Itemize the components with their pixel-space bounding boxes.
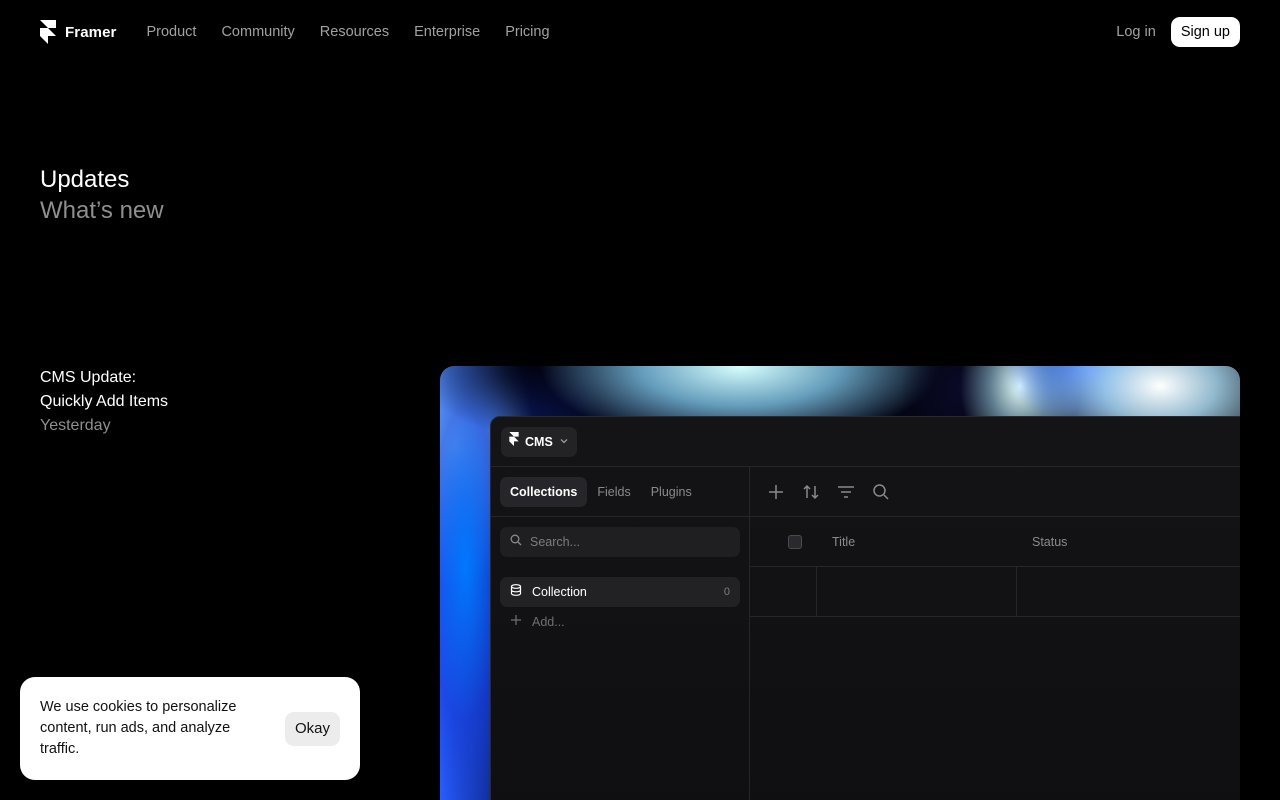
database-icon bbox=[510, 583, 522, 601]
post-cover-image[interactable]: CMS Collections Fields Plugins Search...… bbox=[440, 366, 1240, 800]
search-icon[interactable] bbox=[871, 482, 891, 502]
post-date: Yesterday bbox=[40, 417, 111, 434]
top-nav: Framer Product Community Resources Enter… bbox=[0, 0, 1280, 64]
brand-name: Framer bbox=[65, 23, 117, 41]
page-title: Updates bbox=[40, 166, 130, 193]
plus-icon[interactable] bbox=[766, 482, 786, 502]
post-meta[interactable]: CMS Update: Quickly Add Items Yesterday bbox=[40, 366, 370, 438]
cms-table-area: Title Status bbox=[750, 467, 1240, 800]
collection-count: 0 bbox=[723, 586, 730, 598]
column-title[interactable]: Title bbox=[832, 517, 855, 567]
nav-link-enterprise[interactable]: Enterprise bbox=[414, 24, 480, 40]
nav-link-product[interactable]: Product bbox=[146, 24, 196, 40]
cms-menu-button[interactable]: CMS bbox=[501, 426, 577, 457]
tab-fields[interactable]: Fields bbox=[587, 477, 640, 507]
nav-links: Product Community Resources Enterprise P… bbox=[146, 24, 549, 40]
nav-link-community[interactable]: Community bbox=[221, 24, 294, 40]
cms-header: CMS bbox=[491, 417, 1240, 467]
plus-icon bbox=[510, 613, 522, 631]
post-title-line1: CMS Update: bbox=[40, 369, 137, 386]
cms-toolbar bbox=[750, 467, 1240, 517]
login-link[interactable]: Log in bbox=[1116, 24, 1156, 40]
select-all-checkbox[interactable] bbox=[788, 535, 802, 549]
tab-collections[interactable]: Collections bbox=[500, 477, 588, 507]
tab-plugins[interactable]: Plugins bbox=[641, 477, 702, 507]
add-collection-button[interactable]: Add... bbox=[500, 607, 740, 637]
cookie-okay-button[interactable]: Okay bbox=[284, 711, 340, 746]
table-row[interactable] bbox=[750, 567, 1240, 617]
search-icon bbox=[510, 533, 522, 551]
brand[interactable]: Framer bbox=[40, 20, 116, 44]
collection-item[interactable]: Collection 0 bbox=[500, 577, 740, 607]
nav-actions: Log in Sign up bbox=[1116, 17, 1240, 47]
add-label: Add... bbox=[532, 615, 565, 629]
chevron-down-icon bbox=[559, 433, 569, 451]
cookie-text: We use cookies to personalize content, r… bbox=[40, 699, 237, 757]
post-title-line2: Quickly Add Items bbox=[40, 393, 169, 410]
filter-icon[interactable] bbox=[836, 482, 856, 502]
column-divider bbox=[816, 567, 817, 617]
framer-logo-icon bbox=[509, 432, 519, 451]
cms-search[interactable]: Search... bbox=[500, 527, 740, 557]
column-status[interactable]: Status bbox=[1032, 517, 1067, 567]
sort-icon[interactable] bbox=[801, 482, 821, 502]
collection-label: Collection bbox=[532, 585, 587, 599]
table-header: Title Status bbox=[750, 517, 1240, 567]
nav-link-pricing[interactable]: Pricing bbox=[505, 24, 549, 40]
nav-link-resources[interactable]: Resources bbox=[320, 24, 389, 40]
cms-sidebar: Collections Fields Plugins Search... Col… bbox=[491, 467, 750, 800]
cms-menu-label: CMS bbox=[525, 434, 553, 449]
page-subtitle: What’s new bbox=[40, 197, 164, 224]
cookie-banner: We use cookies to personalize content, r… bbox=[20, 677, 360, 780]
signup-button[interactable]: Sign up bbox=[1170, 17, 1240, 47]
framer-logo-icon bbox=[40, 20, 56, 44]
cms-window: CMS Collections Fields Plugins Search...… bbox=[490, 416, 1240, 800]
page: Framer Product Community Resources Enter… bbox=[0, 0, 1280, 800]
page-header: Updates What’s new bbox=[40, 165, 164, 227]
search-input[interactable]: Search... bbox=[530, 535, 580, 549]
cms-tabs: Collections Fields Plugins bbox=[491, 467, 749, 517]
column-divider bbox=[1016, 567, 1017, 617]
